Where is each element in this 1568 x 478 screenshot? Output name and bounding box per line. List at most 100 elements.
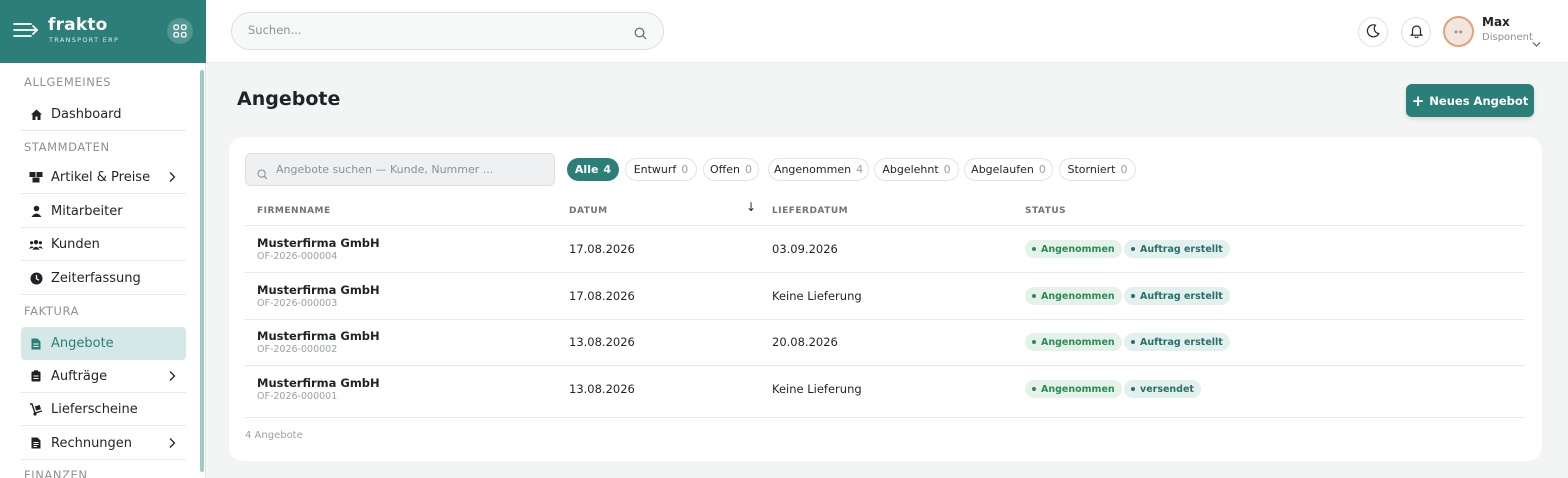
chevron-right-icon bbox=[168, 437, 176, 453]
filter-pill-label: Entwurf bbox=[633, 163, 677, 176]
status-badge: Angenommen bbox=[1025, 240, 1122, 258]
sidebar-item-label: Artikel & Preise bbox=[51, 169, 151, 185]
row-delivery-date: Keine Lieferung bbox=[772, 382, 862, 396]
filter-pill-count: 0 bbox=[943, 163, 951, 176]
status-badge: Angenommen bbox=[1025, 380, 1122, 398]
user-name[interactable]: Max bbox=[1482, 15, 1510, 29]
status-badge: Angenommen bbox=[1025, 333, 1122, 351]
row-firm-name: Musterfirma GmbH bbox=[257, 376, 380, 390]
sub-status-badge-label: Auftrag erstellt bbox=[1140, 336, 1223, 348]
moon-icon bbox=[1366, 23, 1380, 42]
offers-search[interactable] bbox=[245, 153, 555, 186]
person-icon bbox=[29, 204, 43, 218]
home-icon bbox=[29, 107, 43, 121]
brand-logo[interactable]: frakto bbox=[48, 15, 108, 35]
sidebar-item-auftraege[interactable]: Aufträge bbox=[21, 360, 186, 393]
chevron-down-icon[interactable] bbox=[1532, 33, 1541, 52]
sidebar-item-artikel-preise[interactable]: Artikel & Preise bbox=[21, 161, 186, 194]
sub-status-badge: versendet bbox=[1124, 380, 1201, 398]
sidebar-item-zeiterfassung[interactable]: Zeiterfassung bbox=[21, 262, 186, 295]
filter-pill-angenommen[interactable]: Angenommen 4 bbox=[768, 158, 869, 181]
sidebar-item-rechnungen[interactable]: Rechnungen bbox=[21, 427, 186, 460]
search-icon[interactable] bbox=[634, 25, 647, 44]
filter-pill-offen[interactable]: Offen 0 bbox=[703, 158, 759, 181]
row-date: 13.08.2026 bbox=[569, 382, 635, 396]
boxes-icon bbox=[29, 170, 43, 184]
filter-pill-count: 4 bbox=[603, 163, 612, 176]
column-header-lieferdatum[interactable]: LIEFERDATUM bbox=[772, 206, 848, 216]
avatar[interactable]: ●·● bbox=[1443, 16, 1474, 47]
page-title: Angebote bbox=[237, 88, 341, 110]
sidebar-item-label: Lieferscheine bbox=[51, 401, 138, 417]
filter-pill-label: Offen bbox=[710, 163, 740, 176]
row-firm-name: Musterfirma GmbH bbox=[257, 236, 380, 250]
status-badge-label: Angenommen bbox=[1041, 290, 1115, 302]
sidebar-item-kunden[interactable]: Kunden bbox=[21, 228, 186, 261]
sort-desc-icon[interactable]: ↓ bbox=[746, 200, 756, 214]
user-role[interactable]: Disponent bbox=[1482, 32, 1533, 43]
filter-pill-count: 0 bbox=[1038, 163, 1046, 176]
column-header-status[interactable]: STATUS bbox=[1025, 206, 1066, 216]
status-badge: Angenommen bbox=[1025, 287, 1122, 305]
sidebar-item-label: Zeiterfassung bbox=[51, 270, 141, 286]
sidebar-section-faktura: FAKTURA bbox=[24, 304, 80, 318]
table-row[interactable]: Musterfirma GmbH OF-2026-000004 17.08.20… bbox=[245, 226, 1525, 272]
invoice-icon bbox=[29, 436, 43, 450]
global-search[interactable] bbox=[231, 12, 664, 50]
document-icon bbox=[29, 337, 43, 351]
filter-pill-count: 0 bbox=[1120, 163, 1128, 176]
clock-icon bbox=[29, 271, 43, 285]
filter-pill-label: Abgelaufen bbox=[971, 163, 1034, 176]
row-firm-name: Musterfirma GmbH bbox=[257, 329, 380, 343]
filter-pill-alle[interactable]: Alle 4 bbox=[567, 158, 619, 181]
new-offer-button[interactable]: + Neues Angebot bbox=[1406, 84, 1534, 117]
sub-status-badge-label: versendet bbox=[1140, 383, 1194, 395]
column-header-datum[interactable]: DATUM bbox=[569, 206, 608, 216]
sidebar-item-mitarbeiter[interactable]: Mitarbeiter bbox=[21, 195, 186, 228]
table-row[interactable]: Musterfirma GmbH OF-2026-000002 13.08.20… bbox=[245, 319, 1525, 365]
sidebar-item-dashboard[interactable]: Dashboard bbox=[21, 98, 186, 131]
table-row[interactable]: Musterfirma GmbH OF-2026-000001 13.08.20… bbox=[245, 366, 1525, 412]
sidebar-scrollbar[interactable] bbox=[200, 70, 204, 472]
row-delivery-date: 20.08.2026 bbox=[772, 335, 838, 349]
global-search-input[interactable] bbox=[248, 23, 608, 37]
sub-status-badge: Auftrag erstellt bbox=[1124, 240, 1230, 258]
offers-card: Alle 4 Entwurf 0 Offen 0 Angenommen 4 Abgele… bbox=[229, 137, 1542, 461]
sidebar-item-label: Rechnungen bbox=[51, 435, 133, 451]
sidebar-item-lieferscheine[interactable]: Lieferscheine bbox=[21, 393, 186, 426]
filter-pill-count: 0 bbox=[744, 163, 752, 176]
sidebar-section-finanzen: FINANZEN bbox=[24, 468, 88, 478]
sidebar-item-label: Mitarbeiter bbox=[51, 203, 123, 219]
chevron-right-icon bbox=[168, 370, 176, 386]
sub-status-badge: Auftrag erstellt bbox=[1124, 287, 1230, 305]
row-offer-number: OF-2026-000003 bbox=[257, 298, 338, 309]
row-delivery-date: 03.09.2026 bbox=[772, 242, 838, 256]
sidebar-section-stammdaten: STAMMDATEN bbox=[24, 140, 110, 154]
row-delivery-date: Keine Lieferung bbox=[772, 289, 862, 303]
status-badge-label: Angenommen bbox=[1041, 243, 1115, 255]
chevron-right-icon bbox=[168, 171, 176, 187]
table-row[interactable]: Musterfirma GmbH OF-2026-000003 17.08.20… bbox=[245, 273, 1525, 319]
filter-pill-label: Alle bbox=[574, 163, 599, 176]
filter-pill-entwurf[interactable]: Entwurf 0 bbox=[625, 158, 697, 181]
filter-pill-storniert[interactable]: Storniert 0 bbox=[1059, 158, 1136, 181]
theme-toggle-button[interactable] bbox=[1358, 17, 1388, 47]
apps-grid-icon[interactable] bbox=[167, 18, 193, 44]
sub-status-badge-label: Auftrag erstellt bbox=[1140, 290, 1223, 302]
row-offer-number: OF-2026-000002 bbox=[257, 344, 338, 355]
row-offer-number: OF-2026-000004 bbox=[257, 251, 338, 262]
filter-pill-label: Storniert bbox=[1067, 163, 1116, 176]
sidebar-item-angebote[interactable]: Angebote bbox=[21, 327, 186, 360]
row-date: 17.08.2026 bbox=[569, 242, 635, 256]
offers-search-input[interactable] bbox=[276, 163, 546, 176]
filter-pill-abgelaufen[interactable]: Abgelaufen 0 bbox=[964, 158, 1053, 181]
filter-pill-count: 0 bbox=[681, 163, 689, 176]
brand-tagline: TRANSPORT ERP bbox=[49, 36, 120, 44]
row-date: 13.08.2026 bbox=[569, 335, 635, 349]
filter-pill-abgelehnt[interactable]: Abgelehnt 0 bbox=[874, 158, 959, 181]
row-date: 17.08.2026 bbox=[569, 289, 635, 303]
avatar-logo-icon: ●·● bbox=[1454, 29, 1463, 34]
column-header-firmenname[interactable]: FIRMENNAME bbox=[257, 206, 331, 216]
menu-arrow-icon[interactable] bbox=[13, 20, 39, 40]
notifications-button[interactable] bbox=[1401, 17, 1431, 47]
